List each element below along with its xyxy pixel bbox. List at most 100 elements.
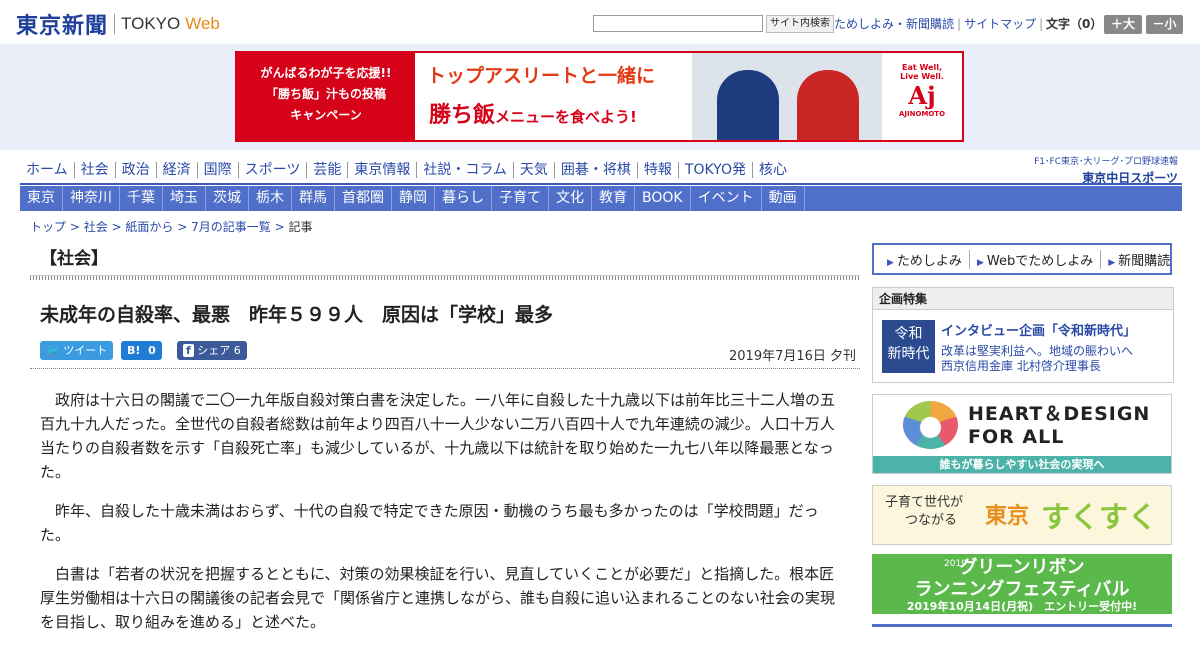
tweet-button[interactable]: 🐦 ツイート xyxy=(40,341,114,360)
banner-text: キャンペーン xyxy=(290,108,362,122)
subscribe-bar: ためしよみ Webでためしよみ 新聞購読 xyxy=(872,243,1172,275)
ajinomoto-logo: Eat Well, Live Well. Aj AJINOMOTO xyxy=(892,63,952,118)
area-nav-item[interactable]: 神奈川 xyxy=(63,186,120,211)
nav-item[interactable]: 東京情報 xyxy=(348,162,418,178)
nav-item[interactable]: TOKYO発 xyxy=(679,162,753,178)
heart-design-banner[interactable]: HEART＆DESIGN FOR ALL 誰もが暮らしやすい社会の実現へ xyxy=(872,394,1172,474)
nav-item[interactable]: 社説・コラム xyxy=(417,162,514,178)
facebook-share-button[interactable]: f シェア 6 xyxy=(177,341,247,360)
area-nav: 東京 神奈川 千葉 埼玉 茨城 栃木 群馬 首都圏 静岡 暮らし 子育て 文化 … xyxy=(20,186,1182,211)
nav-item[interactable]: 国際 xyxy=(198,162,239,178)
breadcrumb-link[interactable]: トップ xyxy=(30,220,66,234)
area-nav-item[interactable]: イベント xyxy=(691,186,762,211)
nav-item[interactable]: 核心 xyxy=(753,162,793,178)
area-nav-item[interactable]: 埼玉 xyxy=(163,186,206,211)
nav-item[interactable]: 囲碁・将棋 xyxy=(555,162,638,178)
brand-name: AJINOMOTO xyxy=(898,110,946,118)
area-nav-item[interactable]: 子育て xyxy=(492,186,549,211)
sports-link-sub: F1･FC東京･大リーグ･プロ野球速報 xyxy=(1034,157,1178,167)
article-paragraph: 政府は十六日の閣議で二〇一九年版自殺対策白書を決定した。一八年に自殺した十九歳以… xyxy=(40,391,836,481)
special-feature-title[interactable]: インタビュー企画「令和新時代」 xyxy=(941,320,1136,339)
nav-item[interactable]: ホーム xyxy=(20,162,75,178)
sukusuku-banner[interactable]: 子育て世代が つながる 東京 すくすく xyxy=(872,485,1172,545)
area-nav-item[interactable]: 茨城 xyxy=(206,186,249,211)
logo-web: Web xyxy=(185,14,220,33)
special-feature-box: 企画特集 令和 新時代 インタビュー企画「令和新時代」 改革は堅実利益へ。地域の… xyxy=(872,287,1174,383)
special-feature-sub[interactable]: 改革は堅実利益へ。地域の賑わいへ 西京信用金庫 北村啓介理事長 xyxy=(941,344,1133,374)
nav-item[interactable]: 天気 xyxy=(514,162,555,178)
site-search-input[interactable] xyxy=(593,15,763,32)
category-heading: 【社会】 xyxy=(40,249,108,269)
banner-text: がんばるわが子を応援!! xyxy=(260,66,392,80)
chunichi-sports-link[interactable]: F1･FC東京･大リーグ･プロ野球速報 東京中日スポーツ xyxy=(1020,154,1178,186)
nav-item[interactable]: スポーツ xyxy=(239,162,308,178)
area-nav-item[interactable]: 文化 xyxy=(549,186,592,211)
ad-banner[interactable]: がんばるわが子を応援!! 「勝ち飯」汁もの投稿 キャンペーン トップアスリートと… xyxy=(235,51,964,142)
breadcrumb-link[interactable]: 紙面から xyxy=(125,220,173,234)
nav-item[interactable]: 特報 xyxy=(638,162,679,178)
area-nav-item[interactable]: 動画 xyxy=(762,186,805,211)
subscribe-link[interactable]: 新聞購読 xyxy=(1101,250,1177,269)
font-size-down-button[interactable]: －小 xyxy=(1146,15,1183,34)
banner-campaign-box: がんばるわが子を応援!! 「勝ち飯」汁もの投稿 キャンペーン xyxy=(237,53,415,140)
font-size-up-button[interactable]: ＋大 xyxy=(1104,15,1142,34)
flower-logo-icon xyxy=(903,401,958,449)
heart-design-sub: 誰もが暮らしやすい社会の実現へ xyxy=(873,456,1171,473)
area-nav-item[interactable]: 教育 xyxy=(592,186,635,211)
site-logo[interactable]: 東京新聞 TOKYO Web xyxy=(16,8,220,40)
dotted-divider xyxy=(30,275,860,280)
ribbon-sub: 2019年10月14日(月祝) エントリー受付中! xyxy=(906,600,1138,613)
twitter-icon: 🐦 xyxy=(46,344,60,357)
web-tameshi-link[interactable]: Webでためしよみ xyxy=(970,249,1102,269)
header-links: ためしよみ・新聞購読 | サイトマップ | xyxy=(834,15,1046,33)
banner-athletes-image xyxy=(692,53,882,140)
banner-headline-tail: メニューを食べよう! xyxy=(495,108,637,126)
nav-item[interactable]: 経済 xyxy=(157,162,198,178)
special-feature-header: 企画特集 xyxy=(873,288,1173,310)
reiwa-badge-text: 令和 xyxy=(894,326,923,342)
main-nav: ホーム 社会 政治 経済 国際 スポーツ 芸能 東京情報 社説・コラム 天気 囲… xyxy=(20,158,793,182)
banner-headline: トップアスリートと一緒に xyxy=(427,65,656,87)
heart-title-line: HEART＆DESIGN xyxy=(968,403,1151,425)
sukusuku-lead: 子育て世代が つながる xyxy=(885,494,963,530)
reiwa-badge-image[interactable]: 令和 新時代 xyxy=(882,320,935,373)
sukusuku-lead-line: 子育て世代が xyxy=(885,495,964,510)
header-link-subscribe[interactable]: ためしよみ・新聞購読 xyxy=(834,17,954,31)
nav-item[interactable]: 政治 xyxy=(116,162,157,178)
share-count: 6 xyxy=(233,344,241,357)
hatena-bookmark-button[interactable]: B! 0 xyxy=(121,341,162,360)
breadcrumb-link[interactable]: 7月の記事一覧 xyxy=(191,220,271,234)
brand-slogan: Eat Well, Live Well. xyxy=(900,63,944,81)
tameshi-link[interactable]: ためしよみ xyxy=(880,249,970,269)
area-nav-item[interactable]: 栃木 xyxy=(249,186,292,211)
sukusuku-city: 東京 xyxy=(985,504,1030,529)
divider: | xyxy=(957,17,962,31)
sukusuku-lead-line: つながる xyxy=(905,513,958,528)
top-header: 東京新聞 TOKYO Web サイト内検索 ためしよみ・新聞購読 | サイトマップ |… xyxy=(0,0,1200,44)
area-nav-item[interactable]: 暮らし xyxy=(435,186,492,211)
article-paragraph: 白書は「若者の状況を把握するとともに、対策の効果検証を行い、見直していくことが必… xyxy=(40,565,835,631)
area-nav-item[interactable]: 首都圏 xyxy=(335,186,392,211)
breadcrumb-link[interactable]: 社会 xyxy=(84,220,108,234)
nav-item[interactable]: 芸能 xyxy=(307,162,349,178)
special-feature-sub-line: 改革は堅実利益へ。地域の賑わいへ xyxy=(941,344,1134,358)
facebook-icon: f xyxy=(183,344,194,357)
area-nav-item[interactable]: BOOK xyxy=(635,186,691,211)
brand-mark: Aj xyxy=(908,81,936,110)
logo-divider xyxy=(114,14,116,34)
area-nav-item[interactable]: 東京 xyxy=(20,186,63,211)
site-search-button[interactable]: サイト内検索 xyxy=(766,15,834,33)
sidebar-next-box xyxy=(872,624,1172,632)
area-nav-item[interactable]: 千葉 xyxy=(120,186,163,211)
banner-kachimeshi: 勝ち飯 xyxy=(429,103,496,128)
font-size-label: 文字（0） xyxy=(1046,17,1103,31)
nav-item[interactable]: 社会 xyxy=(75,162,116,178)
area-nav-item[interactable]: 群馬 xyxy=(292,186,335,211)
banner-headline-2: 勝ち飯メニューを食べよう! xyxy=(429,97,637,129)
green-ribbon-banner[interactable]: 2019 グリーンリボン ランニングフェスティバル 2019年10月14日(月祝… xyxy=(872,554,1172,614)
header-link-sitemap[interactable]: サイトマップ xyxy=(964,17,1036,31)
breadcrumb: トップ > 社会 > 紙面から > 7月の記事一覧 > 記事 xyxy=(30,220,313,234)
area-nav-item[interactable]: 静岡 xyxy=(392,186,435,211)
reiwa-badge-text: 新時代 xyxy=(887,346,930,362)
athlete-figure xyxy=(797,70,859,140)
